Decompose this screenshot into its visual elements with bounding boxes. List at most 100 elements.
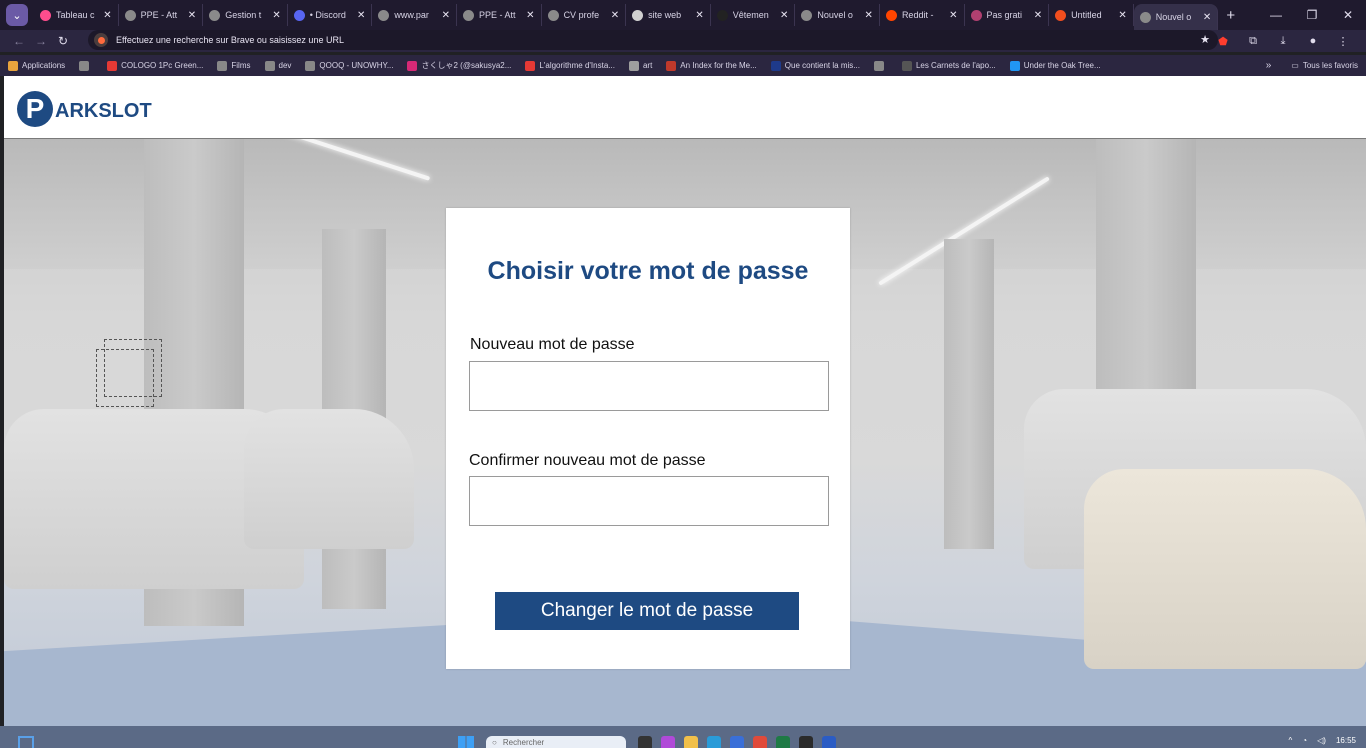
copilot-icon[interactable]: [661, 736, 675, 748]
bookmark-icon: [525, 60, 536, 71]
bookmark-icon: [217, 60, 228, 71]
clock[interactable]: 16:55: [1336, 736, 1356, 745]
tab-close-icon[interactable]: ✕: [357, 10, 365, 21]
browser-tab[interactable]: www.par ✕: [372, 4, 457, 26]
task-view-icon[interactable]: [638, 736, 652, 748]
restore-icon[interactable]: ❐: [1294, 8, 1330, 22]
bookmark-item[interactable]: art: [628, 60, 652, 71]
windows-start-icon[interactable]: [458, 736, 474, 748]
browser-tab[interactable]: • Discord ✕: [288, 4, 373, 26]
tab-label: PPE - Att: [140, 10, 178, 20]
more-bookmarks-icon[interactable]: »: [1266, 60, 1272, 71]
browser-tab[interactable]: Tableau c ✕: [34, 4, 119, 26]
tab-close-icon[interactable]: ✕: [865, 10, 873, 21]
tray-chevron-icon[interactable]: ^: [1289, 736, 1293, 745]
bookmark-item[interactable]: [79, 60, 93, 71]
download-icon[interactable]: ⤓: [1268, 35, 1298, 48]
tab-close-icon[interactable]: ✕: [1203, 12, 1211, 23]
browser-tab[interactable]: CV profe ✕: [542, 4, 627, 26]
tab-label: CV profe: [563, 10, 600, 20]
tab-close-icon[interactable]: ✕: [103, 10, 111, 21]
edge-icon[interactable]: [707, 736, 721, 748]
tab-close-icon[interactable]: ✕: [949, 10, 957, 21]
pillar: [944, 239, 994, 549]
reddit-icon: [885, 9, 897, 21]
close-window-icon[interactable]: ✕: [1330, 8, 1366, 22]
reload-icon[interactable]: ↻: [52, 34, 74, 48]
bookmark-icon: [666, 60, 677, 71]
windows-taskbar: ○ Rechercher ^ ◔ ◁) 16:55: [0, 726, 1366, 748]
address-text[interactable]: Effectuez une recherche sur Brave ou sai…: [116, 35, 344, 45]
forward-icon[interactable]: →: [30, 34, 52, 48]
extensions-icon[interactable]: ⧉: [1238, 35, 1268, 48]
browser-tab[interactable]: Nouvel o ✕: [1133, 4, 1219, 30]
bookmark-label: COLOGO 1Pc Green...: [121, 61, 204, 70]
tab-close-icon[interactable]: ✕: [442, 10, 450, 21]
browser-tab[interactable]: PPE - Att ✕: [457, 4, 542, 26]
tab-label: • Discord: [309, 10, 346, 20]
tab-close-icon[interactable]: ✕: [526, 10, 534, 21]
tab-close-icon[interactable]: ✕: [272, 10, 280, 21]
bookmark-item[interactable]: COLOGO 1Pc Green...: [107, 60, 204, 71]
bookmark-item[interactable]: Les Carnets de l'apo...: [901, 60, 996, 71]
tab-label: Pas grati: [986, 10, 1023, 20]
bookmark-list: Applications COLOGO 1Pc Green... Films dev Q…: [8, 60, 1115, 71]
tab-close-icon[interactable]: ✕: [1118, 10, 1126, 21]
bookmark-item[interactable]: dev: [264, 60, 292, 71]
bookmark-item[interactable]: An Index for the Me...: [666, 60, 757, 71]
globe-icon: [801, 9, 813, 21]
discord-icon: [293, 9, 305, 21]
word-icon[interactable]: [822, 736, 836, 748]
bookmark-item[interactable]: [873, 60, 888, 71]
excel-icon[interactable]: [776, 736, 790, 748]
browser-tab[interactable]: Nouvel o ✕: [795, 4, 880, 26]
browser-tab[interactable]: Untitled ✕: [1049, 4, 1134, 26]
change-password-button[interactable]: Changer le mot de passe: [495, 592, 799, 630]
tab-close-icon[interactable]: ✕: [695, 10, 703, 21]
browser-tab[interactable]: Gestion t ✕: [203, 4, 288, 26]
tab-close-icon[interactable]: ✕: [780, 10, 788, 21]
photos-icon[interactable]: [799, 736, 813, 748]
volume-icon[interactable]: ◁): [1317, 736, 1326, 745]
bookmark-item[interactable]: L'algorithme d'Insta...: [525, 60, 615, 71]
chrome-icon[interactable]: [753, 736, 767, 748]
bookmark-item[interactable]: QOOQ - UNOWHY...: [305, 60, 393, 71]
new-tab-button[interactable]: +: [1226, 7, 1235, 24]
brave-shield-icon[interactable]: [94, 33, 108, 47]
tab-menu-button[interactable]: ⌄: [6, 4, 28, 26]
back-icon[interactable]: ←: [8, 34, 30, 48]
address-bar[interactable]: Effectuez une recherche sur Brave ou sai…: [88, 30, 1218, 50]
bookmark-icon: [873, 60, 884, 71]
tab-close-icon[interactable]: ✕: [611, 10, 619, 21]
browser-tab[interactable]: Vêtemen ✕: [711, 4, 796, 26]
browser-tab[interactable]: PPE - Att ✕: [119, 4, 204, 26]
new-password-field[interactable]: [469, 361, 829, 411]
bookmark-label: dev: [278, 61, 292, 70]
bookmark-item[interactable]: さくしゃ2 (@sakusya2...: [407, 60, 511, 71]
tab-close-icon[interactable]: ✕: [1034, 10, 1042, 21]
profile-avatar[interactable]: ●: [1298, 35, 1328, 47]
bookmark-item[interactable]: Films: [217, 60, 251, 71]
bookmark-item[interactable]: Applications: [8, 60, 65, 71]
wifi-icon[interactable]: ◔: [1302, 736, 1307, 745]
bookmark-label: Les Carnets de l'apo...: [915, 61, 996, 70]
card-title: Choisir votre mot de passe: [487, 257, 809, 285]
bookmark-item[interactable]: Under the Oak Tree...: [1009, 60, 1101, 71]
widgets-icon[interactable]: [18, 736, 34, 748]
taskbar-apps: ○ Rechercher: [458, 736, 845, 748]
parkslot-logo[interactable]: P ARKSLOT: [17, 91, 152, 127]
browser-tab[interactable]: Pas grati ✕: [965, 4, 1050, 26]
all-bookmarks-link[interactable]: Tous les favoris: [1303, 61, 1358, 70]
browser-tab[interactable]: Reddit - ✕: [880, 4, 965, 26]
confirm-password-field[interactable]: [469, 476, 829, 526]
tab-label: Gestion t: [225, 10, 262, 20]
menu-icon[interactable]: ⋮: [1328, 35, 1358, 48]
bookmark-item[interactable]: Que contient la mis...: [770, 60, 860, 71]
minimize-icon[interactable]: —: [1258, 8, 1294, 22]
tab-close-icon[interactable]: ✕: [188, 10, 196, 21]
file-explorer-icon[interactable]: [684, 736, 698, 748]
brave-rewards-icon[interactable]: ⬟: [1208, 35, 1238, 48]
taskbar-search[interactable]: ○ Rechercher: [486, 736, 626, 748]
store-icon[interactable]: [730, 736, 744, 748]
browser-tab[interactable]: site web ✕: [626, 4, 711, 26]
